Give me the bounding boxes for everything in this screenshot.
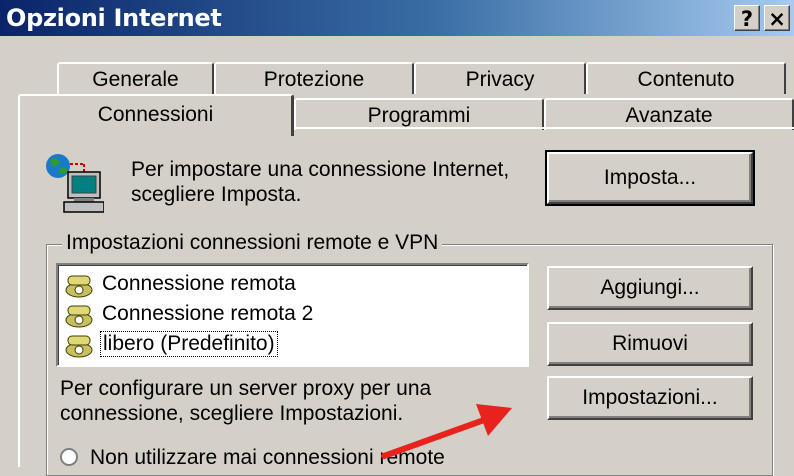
- window-title: Opzioni Internet: [6, 4, 222, 32]
- tab-programmi[interactable]: Programmi: [294, 98, 544, 130]
- dialup-phone-icon: [65, 305, 93, 328]
- imposta-button[interactable]: Imposta...: [545, 150, 755, 206]
- proxy-description: Per configurare un server proxy per una …: [60, 376, 431, 426]
- annotation-arrow-icon: [381, 404, 512, 459]
- tab-contenuto[interactable]: Contenuto: [586, 62, 786, 94]
- dialup-phone-icon: [65, 335, 93, 358]
- list-item[interactable]: libero (Predefinito): [64, 329, 278, 359]
- setup-text-line1: Per impostare una connessione Internet,: [131, 158, 510, 181]
- proxy-text-line2: connessione, scegliere Impostazioni.: [60, 402, 404, 425]
- setup-description: Per impostare una connessione Internet, …: [131, 157, 509, 207]
- title-bar[interactable]: Opzioni Internet ? ×: [0, 0, 794, 36]
- impostazioni-button[interactable]: Impostazioni...: [547, 376, 753, 420]
- setup-text-line2: scegliere Imposta.: [131, 183, 302, 206]
- proxy-text-line1: Per configurare un server proxy per una: [60, 377, 432, 400]
- tab-connessioni[interactable]: Connessioni: [18, 94, 294, 136]
- rimuovi-button[interactable]: Rimuovi: [547, 322, 753, 366]
- tab-protezione[interactable]: Protezione: [214, 62, 414, 94]
- aggiungi-button[interactable]: Aggiungi...: [547, 266, 753, 310]
- dialup-vpn-group-label: Impostazioni connessioni remote e VPN: [62, 231, 443, 255]
- tab-generale[interactable]: Generale: [57, 62, 214, 94]
- connections-listbox[interactable]: Connessione remota Connessione remota 2 …: [56, 263, 529, 367]
- tab-avanzate[interactable]: Avanzate: [544, 98, 794, 130]
- dialup-phone-icon: [65, 275, 93, 298]
- help-button[interactable]: ?: [734, 5, 760, 31]
- computer-globe-icon: [44, 152, 105, 216]
- list-item[interactable]: Connessione remota 2: [64, 299, 315, 329]
- close-button[interactable]: ×: [764, 5, 790, 31]
- list-item[interactable]: Connessione remota: [64, 269, 298, 299]
- tab-privacy[interactable]: Privacy: [414, 62, 586, 94]
- radio-circle: [60, 448, 78, 466]
